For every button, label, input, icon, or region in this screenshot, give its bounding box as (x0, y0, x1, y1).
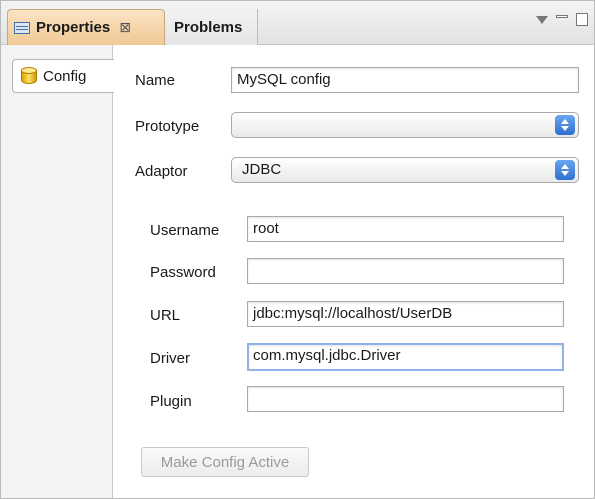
tab-properties[interactable]: Properties ⊠ (7, 9, 165, 45)
adaptor-label: Adaptor (135, 163, 188, 180)
adaptor-select[interactable]: JDBC (231, 157, 579, 183)
password-field[interactable] (247, 258, 564, 284)
tab-problems[interactable]: Problems (166, 9, 258, 45)
select-arrows-icon (555, 160, 575, 180)
adaptor-value: JDBC (242, 161, 282, 178)
username-label: Username (150, 222, 220, 239)
make-config-active-button[interactable]: Make Config Active (141, 447, 309, 477)
prototype-label: Prototype (135, 118, 200, 135)
database-icon (21, 67, 37, 85)
url-field[interactable]: jdbc:mysql://localhost/UserDB (247, 301, 564, 327)
password-label: Password (150, 264, 216, 281)
view-menu-icon[interactable] (536, 15, 548, 24)
tab-properties-label: Properties (36, 19, 111, 36)
tab-problems-label: Problems (174, 18, 243, 36)
name-label: Name (135, 72, 176, 89)
sidebar-item-label: Config (43, 67, 87, 85)
view-controls (536, 13, 588, 26)
driver-field[interactable]: com.mysql.jdbc.Driver (247, 343, 564, 371)
prototype-select[interactable] (231, 112, 579, 138)
sidebar-item-config[interactable]: Config (12, 59, 114, 93)
plugin-field[interactable] (247, 386, 564, 412)
close-icon[interactable]: ⊠ (119, 19, 131, 36)
plugin-label: Plugin (150, 393, 192, 410)
category-sidebar: Config (1, 45, 114, 498)
properties-view: Properties ⊠ Problems Config Name MySQL … (0, 0, 595, 499)
username-field[interactable]: root (247, 216, 564, 242)
driver-label: Driver (150, 350, 190, 367)
select-arrows-icon (555, 115, 575, 135)
minimize-icon[interactable] (556, 15, 568, 18)
maximize-icon[interactable] (576, 13, 588, 26)
properties-icon (14, 21, 30, 34)
view-tab-bar: Properties ⊠ Problems (1, 1, 594, 45)
url-label: URL (150, 307, 181, 324)
name-field[interactable]: MySQL config (231, 67, 579, 93)
